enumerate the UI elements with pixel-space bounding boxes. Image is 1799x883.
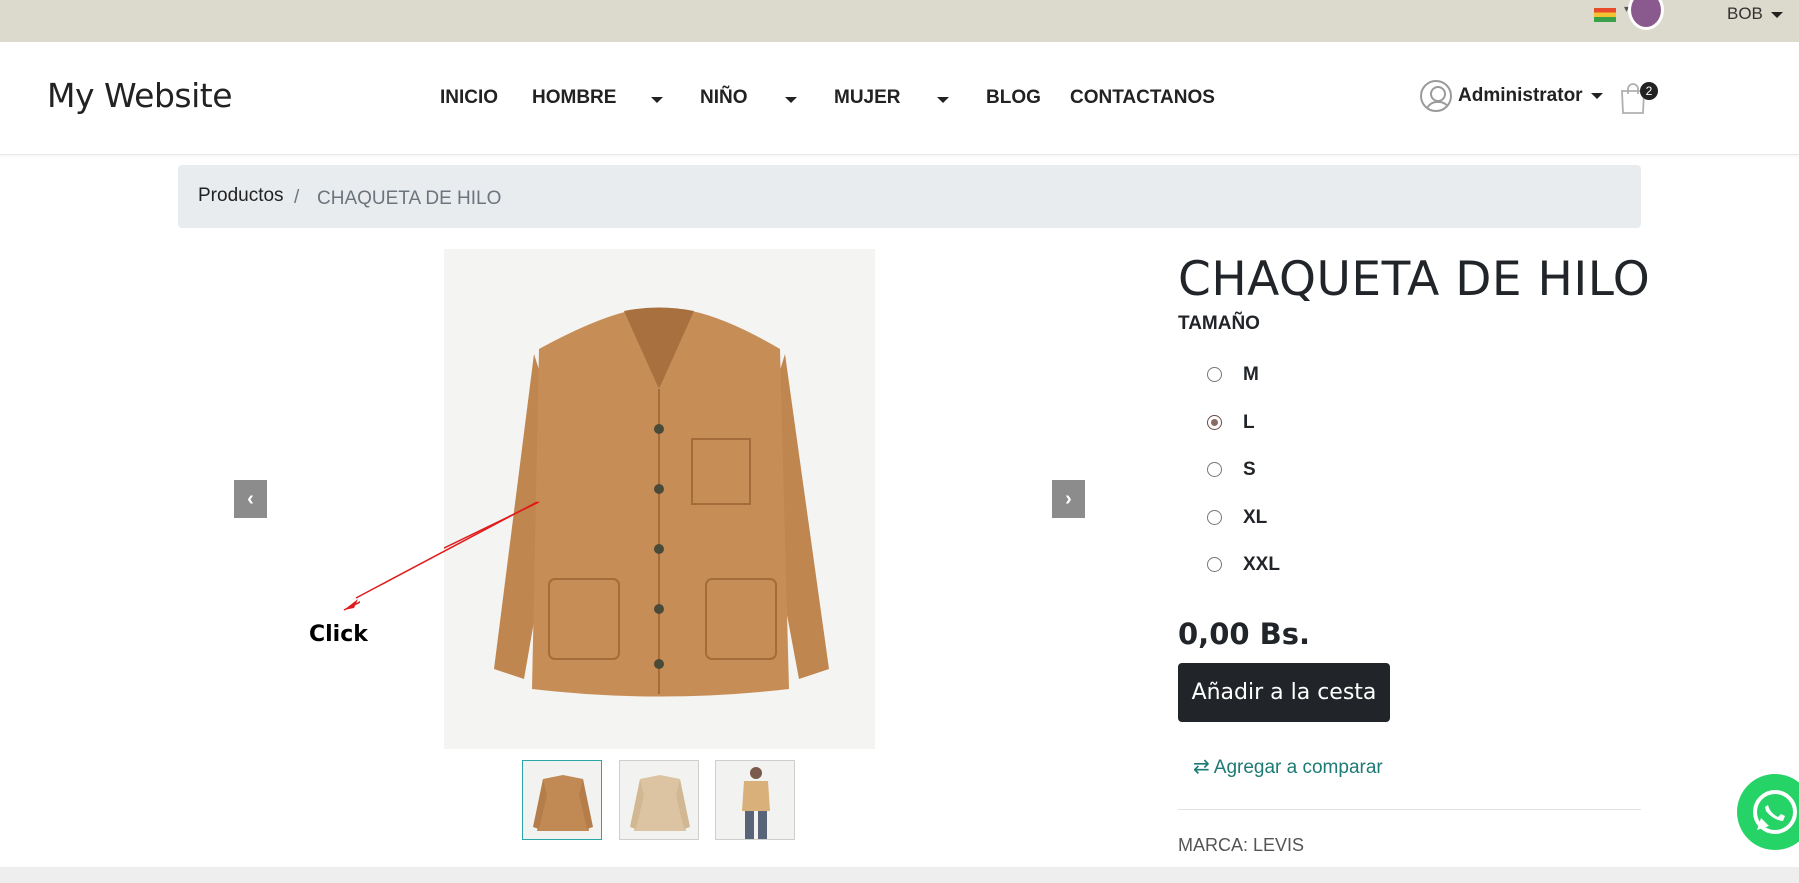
flag-icon[interactable] [1594,8,1616,22]
chevron-down-icon[interactable] [651,97,663,103]
product-title: CHAQUETA DE HILO [1178,252,1651,307]
product-price: 0,00 Bs. [1178,617,1311,651]
chevron-left-icon: ‹ [247,488,254,510]
nav-item-blog[interactable]: BLOG [986,87,1041,109]
jacket-thumbnail-image [533,775,593,831]
thumbnail-1[interactable] [522,760,602,840]
chevron-down-icon[interactable] [785,97,797,103]
whatsapp-button[interactable] [1737,774,1799,850]
breadcrumb-separator: / [294,187,300,208]
size-option-label: S [1243,459,1256,480]
nav-item-mujer[interactable]: MUJER [834,87,901,109]
size-radio[interactable] [1207,367,1222,382]
top-bar: ▾ BOB [0,0,1799,42]
jacket-image [313,307,829,697]
product-brand: MARCA: LEVIS [1178,835,1305,855]
add-to-cart-button[interactable]: Añadir a la cesta [1178,663,1390,722]
size-radio[interactable] [1207,462,1222,477]
size-radio[interactable] [1207,415,1222,430]
user-name-label: Administrator [1458,85,1583,106]
chevron-down-icon[interactable] [937,97,949,103]
carousel-prev-button[interactable]: ‹ [234,480,267,518]
thumbnail-2[interactable] [619,760,699,840]
breadcrumb-current: CHAQUETA DE HILO [317,188,502,209]
jacket-thumbnail-image [630,775,690,831]
annotation-line [355,501,538,599]
size-option-label: XL [1243,507,1268,528]
site-header: My Website INICIO HOMBRE NIÑO MUJER BLOG… [0,42,1799,155]
add-to-compare-link[interactable]: ⇄ Agregar a comparar [1193,754,1383,779]
size-option-label: L [1243,412,1255,433]
avatar[interactable] [1628,0,1664,30]
model-thumbnail-image [742,767,770,839]
size-radio[interactable] [1207,557,1222,572]
nav-item-nino[interactable]: NIÑO [700,87,748,109]
nav-item-contactanos[interactable]: CONTACTANOS [1070,87,1215,109]
currency-selector[interactable]: BOB [1727,4,1783,24]
breadcrumb: Productos / CHAQUETA DE HILO [178,165,1641,228]
chevron-right-icon: › [1065,488,1072,510]
cart-count-badge[interactable]: 2 [1640,82,1658,100]
product-main-image[interactable] [313,249,875,749]
exchange-icon: ⇄ [1193,756,1210,778]
size-option-label: M [1243,364,1259,385]
nav-item-inicio[interactable]: INICIO [440,87,498,109]
user-icon[interactable] [1420,80,1452,112]
compare-label: Agregar a comparar [1213,757,1383,778]
thumbnail-3[interactable] [715,760,795,840]
carousel-next-button[interactable]: › [1052,480,1085,518]
chevron-down-icon [1770,11,1783,18]
size-attribute-label: TAMAÑO [1178,313,1260,334]
currency-label: BOB [1727,4,1763,23]
site-logo[interactable]: My Website [47,76,233,115]
breadcrumb-productos[interactable]: Productos [198,185,284,207]
annotation-label: Click [309,622,368,647]
divider [1178,809,1641,810]
horizontal-scrollbar[interactable] [0,867,1799,883]
nav-item-hombre[interactable]: HOMBRE [532,87,616,109]
size-radio[interactable] [1207,510,1222,525]
size-option-label: XXL [1243,554,1280,575]
chevron-down-icon [1590,92,1603,99]
user-menu[interactable]: Administrator [1458,85,1603,107]
whatsapp-icon [1753,790,1797,834]
